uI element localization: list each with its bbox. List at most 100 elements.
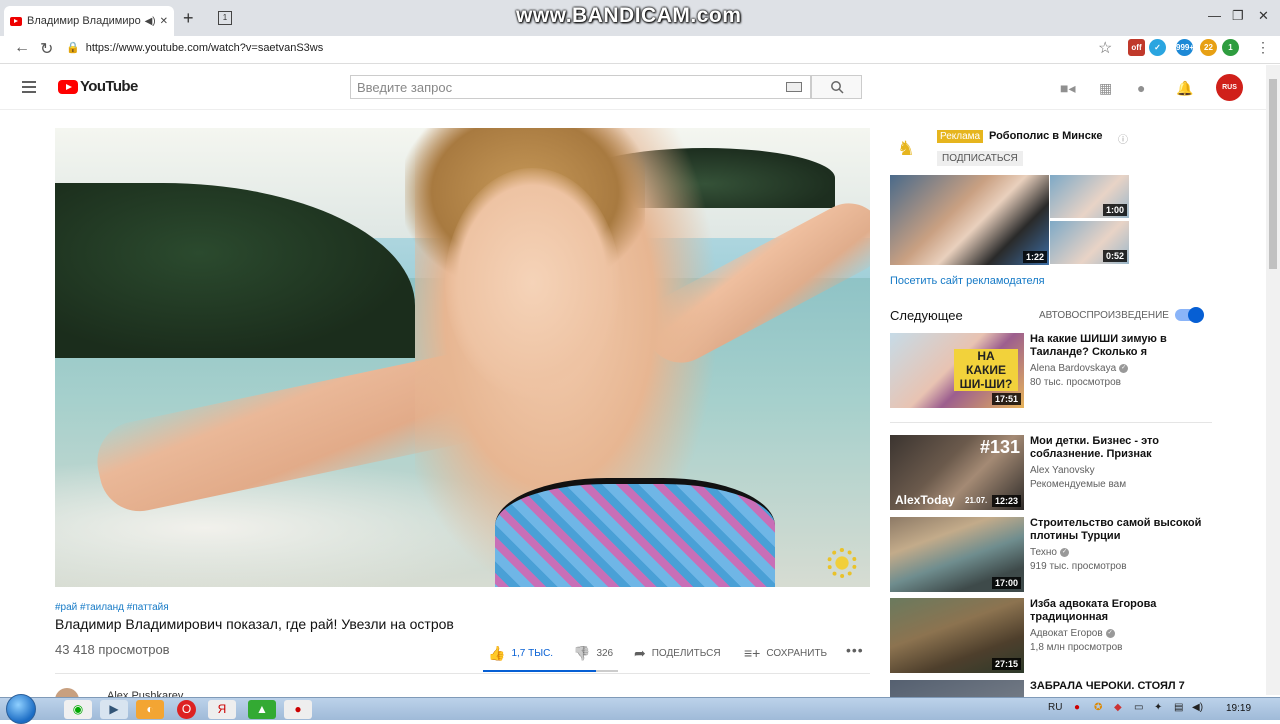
thumbs-down-icon: 👎 — [573, 645, 591, 661]
restore-button[interactable]: ❐ — [1232, 8, 1244, 24]
tray-antivirus-icon[interactable]: ◆ — [1114, 702, 1122, 713]
video-thumbnail[interactable]: НА КАКИЕ ШИ-ШИ? 17:51 — [890, 333, 1024, 408]
youtube-logo[interactable]: YouTube — [58, 78, 138, 95]
extension-notes-icon[interactable]: 22 — [1200, 39, 1217, 56]
video-frame-face — [445, 168, 620, 398]
bandicam-watermark: www.BANDICAM.com — [516, 4, 742, 27]
page-scrollbar[interactable] — [1266, 65, 1280, 695]
video-player[interactable] — [55, 128, 870, 587]
notifications-bell-icon[interactable]: 🔔 — [1176, 80, 1193, 97]
thumbnail-overlay-text: НА КАКИЕ ШИ-ШИ? — [954, 349, 1018, 391]
scrollbar-thumb[interactable] — [1269, 79, 1277, 269]
recommendation-item[interactable]: НА КАКИЕ ШИ-ШИ? 17:51 На какие ШИШИ зиму… — [890, 333, 1212, 409]
recommendation-channel: Alena Bardovskaya ✓ — [1030, 363, 1129, 374]
video-thumbnail[interactable] — [890, 680, 1024, 697]
search-input[interactable]: Введите запрос — [350, 75, 811, 99]
video-thumbnail[interactable]: #131 AlexToday 21.07. 12:23 — [890, 435, 1024, 510]
recommendation-item[interactable]: ЗАБРАЛА ЧЕРОКИ. СТОЯЛ 7 — [890, 680, 1212, 697]
youtube-favicon-icon — [10, 16, 22, 26]
verified-icon: ✓ — [1059, 547, 1069, 557]
taskbar-clock[interactable]: 19:19 — [1226, 703, 1251, 714]
browser-tab[interactable]: Владимир Владимирови ◀) ✕ — [4, 6, 174, 36]
tray-app-icon[interactable]: ✪ — [1094, 702, 1102, 713]
autoplay-toggle[interactable] — [1175, 307, 1204, 323]
apps-grid-icon[interactable]: ▦ — [1099, 80, 1112, 97]
duration-badge: 1:00 — [1102, 204, 1127, 216]
ad-thumbnail-3[interactable]: 0:52 — [1050, 221, 1129, 264]
video-title: Владимир Владимирович показал, где рай! … — [55, 616, 454, 632]
recommendation-item[interactable]: #131 AlexToday 21.07. 12:23 Мои детки. Б… — [890, 435, 1212, 511]
video-thumbnail[interactable]: 27:15 — [890, 598, 1024, 673]
video-frame-swimsuit — [495, 478, 775, 587]
url-field[interactable]: 🔒 https://www.youtube.com/watch?v=saetvan… — [66, 41, 323, 54]
keyboard-icon[interactable] — [786, 82, 802, 92]
opera-taskbar-icon[interactable]: O — [177, 700, 196, 719]
chrome-taskbar-icon[interactable]: ◉ — [64, 700, 92, 719]
account-avatar[interactable]: RUS — [1216, 74, 1243, 101]
channel-watermark-sun-icon[interactable] — [827, 548, 857, 578]
app-green-taskbar-icon[interactable]: ▲ — [248, 700, 276, 719]
extension-adblock-icon[interactable]: off — [1128, 39, 1145, 56]
back-icon[interactable]: ← — [14, 39, 30, 57]
youtube-play-icon — [58, 79, 78, 94]
dislike-count: 326 — [596, 648, 614, 659]
close-window-button[interactable]: ✕ — [1258, 8, 1269, 24]
recommendation-channel: Адвокат Егоров ✓ — [1030, 628, 1115, 639]
recommendation-channel: Alex Yanovsky — [1030, 465, 1095, 476]
ad-channel-name[interactable]: Робополис в Минске — [989, 130, 1102, 142]
recommendation-title[interactable]: Мои детки. Бизнес - это соблазнение. При… — [1030, 435, 1210, 461]
recommendation-title[interactable]: Изба адвоката Егорова традиционная — [1030, 598, 1210, 624]
ad-thumbnail-2[interactable]: 1:00 — [1050, 175, 1129, 218]
extension-mail-icon[interactable]: 999+ — [1176, 39, 1194, 56]
messages-icon[interactable]: ● — [1137, 80, 1145, 96]
duration-badge: 0:52 — [1102, 250, 1127, 262]
language-indicator[interactable]: RU — [1048, 702, 1062, 713]
recommendation-title[interactable]: На какие ШИШИ зимую в Таиланде? Сколько … — [1030, 333, 1210, 359]
ad-channel-logo-icon[interactable]: ♞ — [897, 136, 921, 162]
extension-check-icon[interactable]: ✓ — [1149, 39, 1166, 56]
recommendation-item[interactable]: 17:00 Строительство самой высокой плотин… — [890, 517, 1212, 593]
recommendation-item[interactable]: 27:15 Изба адвоката Егорова традиционная… — [890, 598, 1212, 674]
firefox-taskbar-icon[interactable]: ◐ — [136, 700, 164, 719]
recommendation-title[interactable]: Строительство самой высокой плотины Турц… — [1030, 517, 1210, 543]
ad-info-icon[interactable]: ⓘ — [1118, 131, 1128, 146]
browser-menu-icon[interactable]: ⋮ — [1256, 39, 1270, 56]
subscribe-button[interactable]: ПОДПИСАТЬСЯ — [937, 151, 1023, 166]
bookmark-star-icon[interactable]: ☆ — [1098, 38, 1112, 58]
verified-icon: ✓ — [1119, 363, 1129, 373]
visit-advertiser-link[interactable]: Посетить сайт рекламодателя — [890, 275, 1045, 287]
media-player-taskbar-icon[interactable]: ▶ — [100, 700, 128, 719]
share-label: ПОДЕЛИТЬСЯ — [651, 648, 721, 659]
extension-green-icon[interactable]: 1 — [1222, 39, 1239, 56]
tab-count-button[interactable]: 1 — [218, 11, 232, 25]
minimize-button[interactable]: — — [1208, 8, 1221, 23]
search-button[interactable] — [811, 75, 862, 99]
close-tab-icon[interactable]: ✕ — [160, 16, 168, 27]
tray-device-icon[interactable]: ▭ — [1134, 702, 1143, 713]
guide-menu-icon[interactable] — [22, 81, 36, 96]
upload-video-icon[interactable]: ■◂ — [1060, 80, 1075, 97]
reload-icon[interactable]: ↻ — [40, 39, 53, 59]
divider — [890, 422, 1212, 423]
more-actions-icon[interactable]: ••• — [846, 642, 864, 658]
share-button[interactable]: ➦ ПОДЕЛИТЬСЯ — [634, 645, 721, 662]
new-tab-button[interactable]: + — [183, 8, 194, 29]
record-tray-icon[interactable]: ● — [1074, 702, 1080, 713]
network-tray-icon[interactable]: ▤ — [1174, 702, 1183, 713]
tray-app2-icon[interactable]: ✦ — [1154, 702, 1162, 713]
yandex-taskbar-icon[interactable]: Я — [208, 700, 236, 719]
bandicam-taskbar-icon[interactable]: ● — [284, 700, 312, 719]
dislike-button[interactable]: 👎 326 — [573, 645, 613, 662]
ad-thumbnail-main[interactable]: 1:22 — [890, 175, 1049, 265]
duration-badge: 27:15 — [991, 658, 1021, 670]
recommendation-title[interactable]: ЗАБРАЛА ЧЕРОКИ. СТОЯЛ 7 — [1030, 680, 1210, 693]
like-button[interactable]: 👍 1,7 ТЫС. — [488, 645, 553, 662]
address-bar: ← ↻ 🔒 https://www.youtube.com/watch?v=sae… — [0, 36, 1280, 64]
save-label: СОХРАНИТЬ — [766, 647, 828, 659]
duration-badge: 1:22 — [1022, 251, 1047, 263]
volume-tray-icon[interactable]: ◀) — [1192, 702, 1203, 713]
video-hashtags[interactable]: #рай #таиланд #паттайя — [55, 602, 169, 613]
speaker-icon[interactable]: ◀) — [145, 16, 156, 27]
save-button[interactable]: ≡+ СОХРАНИТЬ — [744, 645, 827, 661]
video-thumbnail[interactable]: 17:00 — [890, 517, 1024, 592]
